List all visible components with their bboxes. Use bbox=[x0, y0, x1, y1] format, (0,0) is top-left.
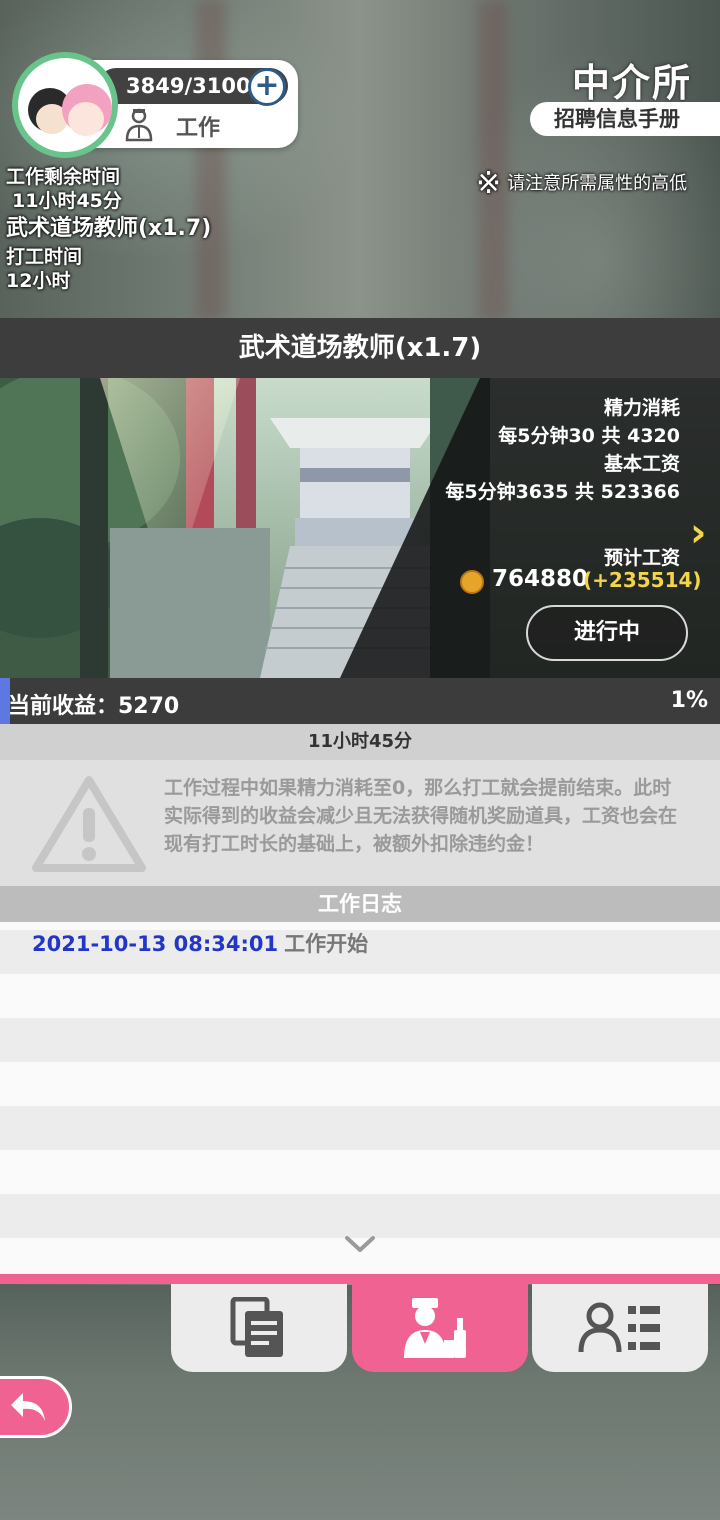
expected-wage-label: 预计工资 bbox=[603, 547, 680, 569]
remaining-time-label: 工作剩余时间 bbox=[6, 166, 121, 188]
job-duration-label: 打工时间 bbox=[6, 246, 83, 268]
job-title-header: 武术道场教师(x1.7) bbox=[0, 318, 720, 378]
add-stamina-button[interactable]: + bbox=[248, 68, 286, 106]
list-item bbox=[0, 1106, 720, 1150]
remaining-time-value: 11小时45分 bbox=[12, 190, 122, 212]
log-entry-message: 工作开始 bbox=[284, 932, 369, 956]
log-entry: 2021-10-13 08:34:01 工作开始 bbox=[32, 928, 368, 958]
agency-title: 中介所 bbox=[572, 61, 693, 105]
work-log-header: 工作日志 bbox=[0, 886, 720, 922]
base-wage-label: 基本工资 bbox=[603, 453, 680, 475]
job-duration-value: 12小时 bbox=[6, 270, 71, 292]
plus-icon: + bbox=[254, 68, 280, 103]
log-entry-time: 2021-10-13 08:34:01 bbox=[32, 932, 279, 956]
expected-wage-bonus: (+235514) bbox=[583, 568, 702, 592]
earnings-percent: 1% bbox=[670, 688, 708, 713]
list-item bbox=[0, 1018, 720, 1062]
tab-work[interactable] bbox=[352, 1284, 528, 1372]
expected-wage-value: 764880 bbox=[492, 566, 589, 592]
work-countdown: 11小时45分 bbox=[0, 724, 720, 760]
current-earnings: 当前收益：5270 bbox=[8, 694, 180, 719]
tab-bar-divider bbox=[0, 1274, 720, 1284]
job-status-button[interactable]: 进行中 bbox=[526, 605, 688, 661]
notice-text: 请注意所需属性的高低 bbox=[507, 173, 688, 194]
energy-cost-value: 每5分钟30 共 4320 bbox=[498, 425, 680, 447]
user-list-icon bbox=[578, 1302, 660, 1353]
job-name: 武术道场教师(x1.7) bbox=[6, 216, 212, 241]
document-list-icon bbox=[230, 1297, 283, 1357]
warning-text: 工作过程中如果精力消耗至0，那么打工就会提前结束。此时实际得到的收益会减少且无法… bbox=[164, 777, 678, 855]
chevron-right-icon[interactable]: › bbox=[690, 510, 706, 556]
work-log-list[interactable] bbox=[0, 922, 720, 1278]
recruit-handbook-button[interactable]: 招聘信息手册 bbox=[530, 102, 720, 136]
warning-triangle-icon bbox=[32, 776, 146, 872]
energy-cost-label: 精力消耗 bbox=[603, 397, 680, 419]
notice-mark-icon: ※ bbox=[476, 166, 502, 201]
tab-characters[interactable] bbox=[532, 1284, 708, 1372]
worker-icon bbox=[125, 108, 153, 142]
tab-documents[interactable] bbox=[171, 1284, 347, 1372]
chevron-down-icon[interactable] bbox=[343, 1232, 377, 1256]
stamina-value: 3849/3100 bbox=[126, 74, 251, 98]
work-status-label: 工作 bbox=[176, 116, 221, 141]
base-wage-value: 每5分钟3635 共 523366 bbox=[445, 481, 680, 503]
attribute-notice: ※ 请注意所需属性的高低 bbox=[476, 166, 687, 201]
coin-icon bbox=[460, 570, 484, 594]
back-arrow-icon bbox=[11, 1393, 45, 1421]
back-button[interactable] bbox=[0, 1376, 72, 1438]
waiter-icon bbox=[404, 1298, 466, 1358]
avatar[interactable] bbox=[12, 52, 118, 158]
